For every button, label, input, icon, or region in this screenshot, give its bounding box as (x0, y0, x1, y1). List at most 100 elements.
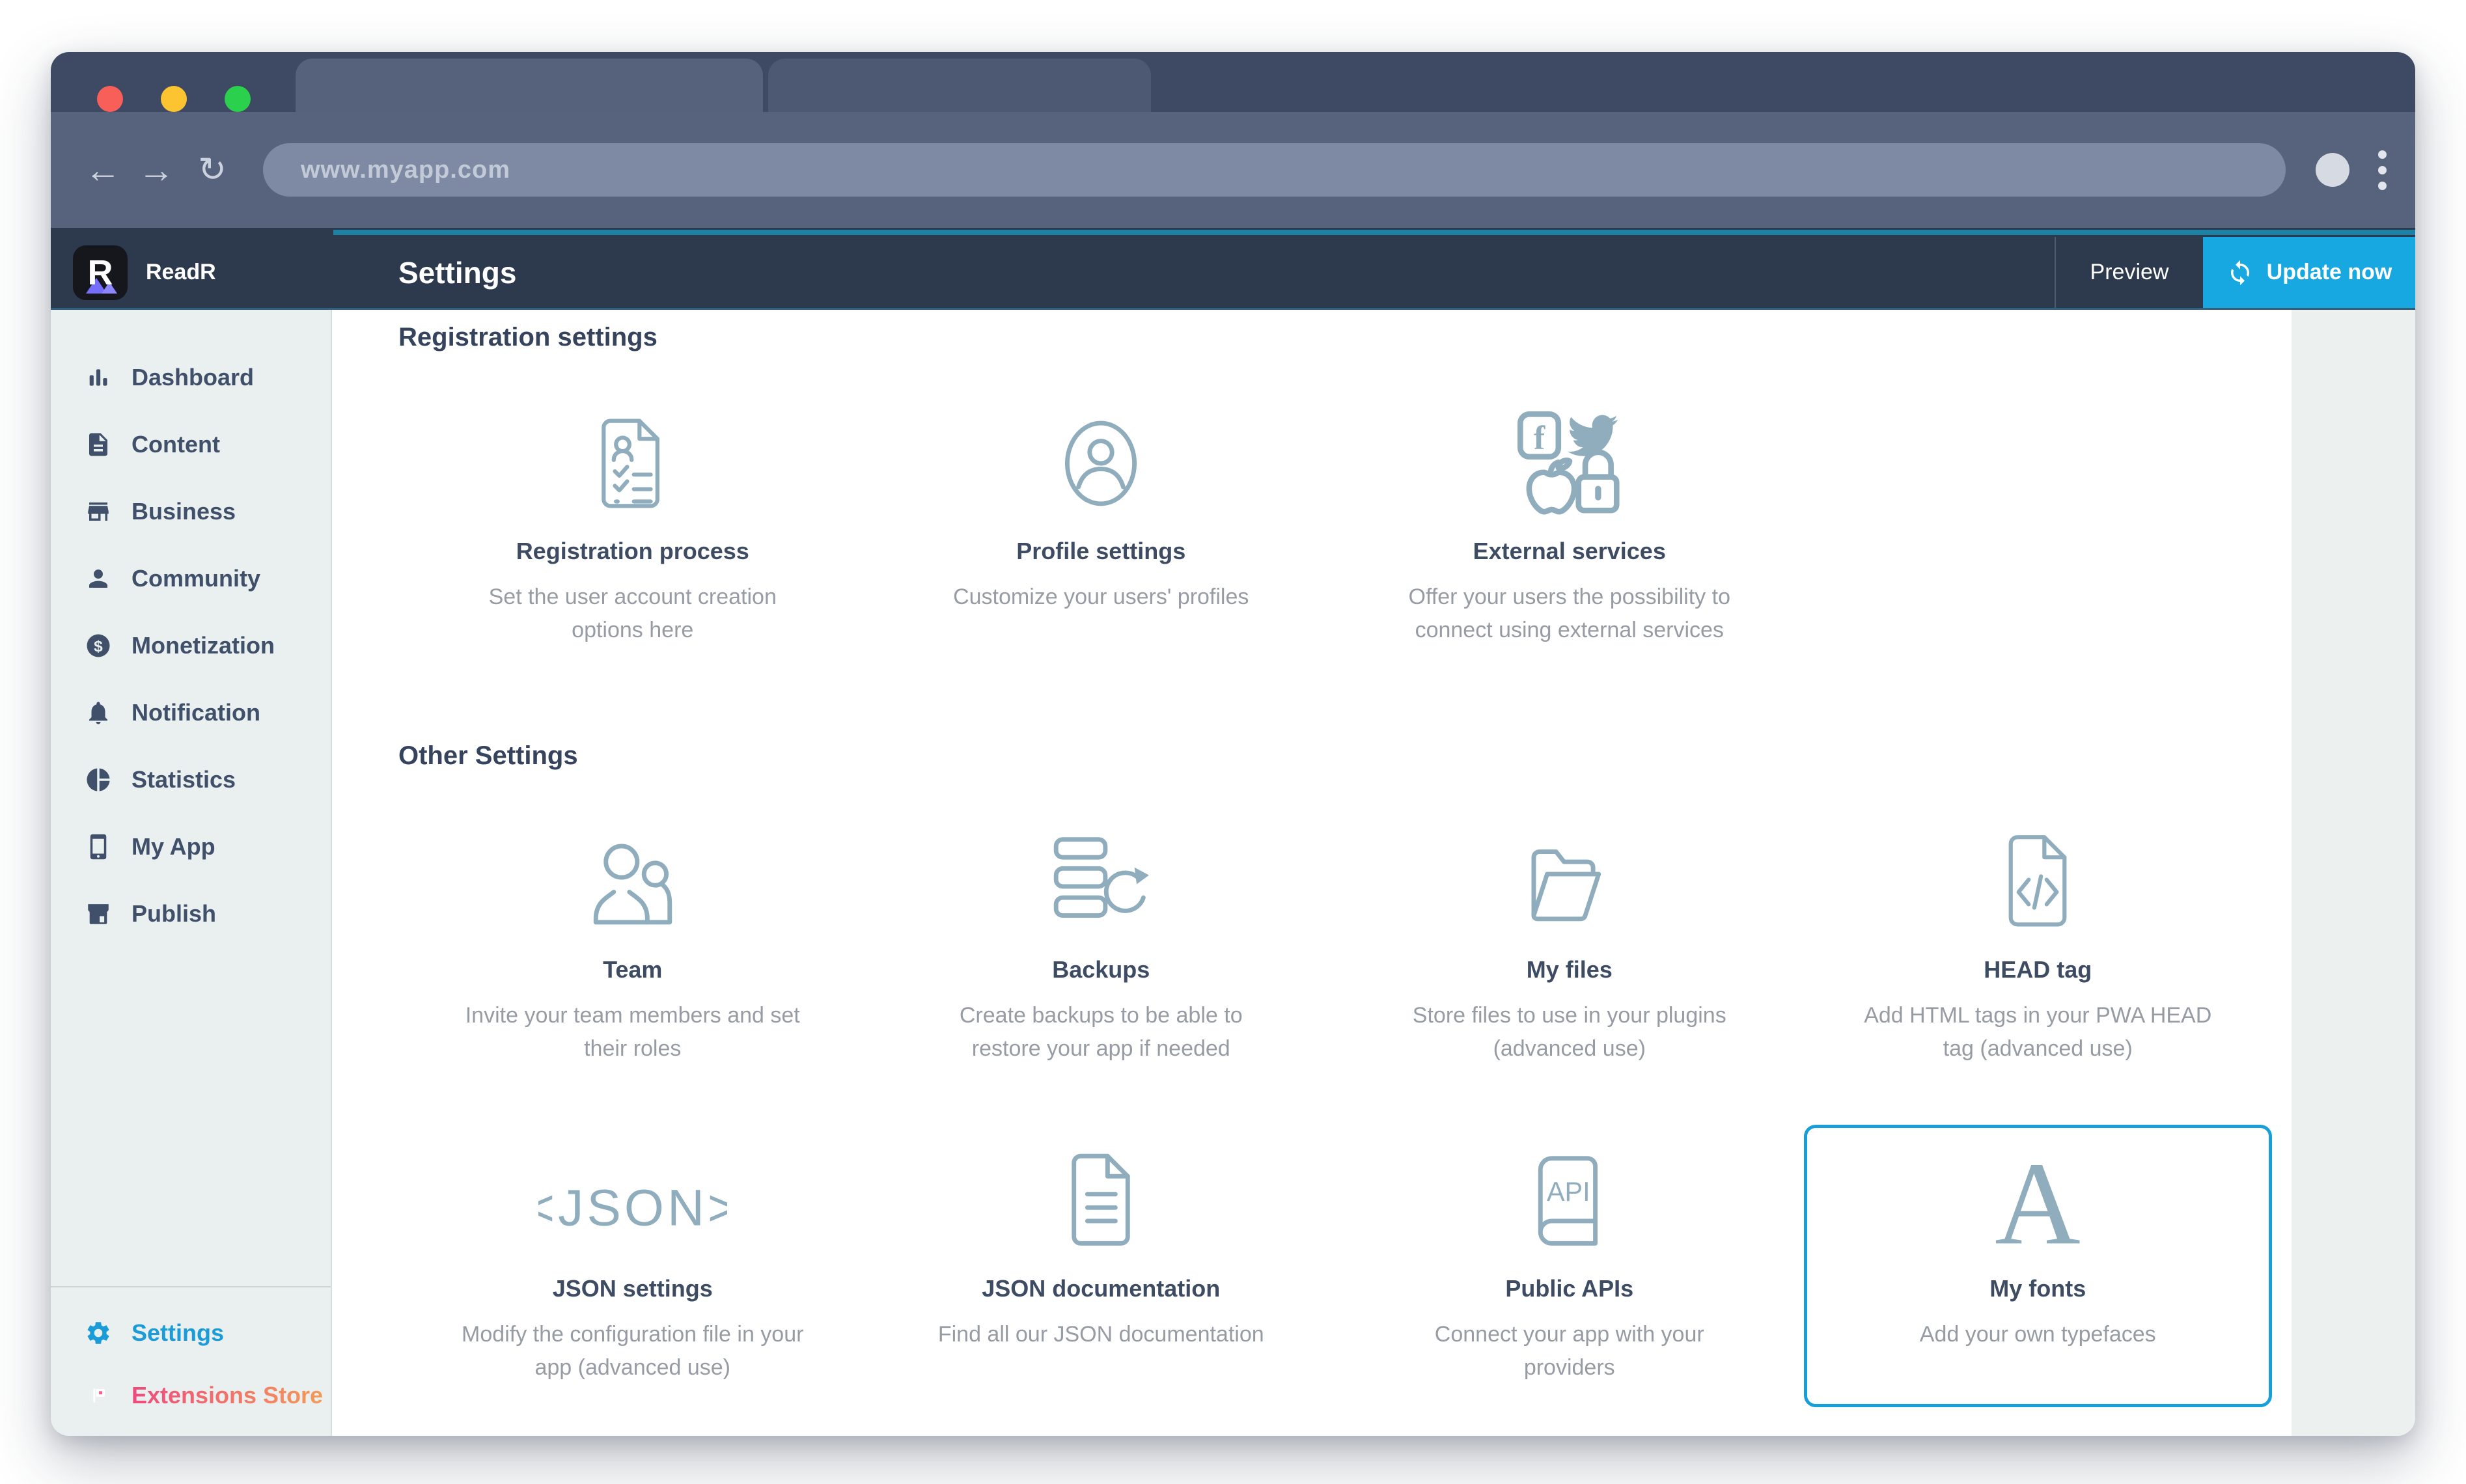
card-icon (1943, 826, 2132, 938)
settings-card[interactable]: Backups Create backups to be able to res… (867, 806, 1336, 1088)
settings-content: Registration settings Registration proce… (332, 310, 2292, 1436)
card-description: Customize your users' profiles (953, 581, 1249, 614)
card-title: Profile settings (1016, 538, 1185, 565)
settings-card[interactable]: Team Invite your team members and set th… (398, 806, 867, 1088)
settings-card[interactable]: Profile settings Customize your users' p… (867, 387, 1336, 670)
sidebar-item-label: Monetization (132, 632, 275, 659)
card-title: HEAD tag (1984, 956, 2092, 983)
sidebar-item-label: Notification (132, 699, 260, 726)
sidebar-item-label: Community (132, 565, 260, 592)
card-icon (538, 1145, 727, 1257)
other-settings-section: Other Settings Team Invite your team mem… (398, 741, 2272, 1407)
sidebar-item-label: Content (132, 431, 220, 458)
sidebar-item[interactable]: Business (51, 478, 331, 545)
sidebar-item-icon (85, 364, 112, 391)
card-icon (1006, 407, 1195, 519)
window-controls (97, 86, 251, 112)
page-background-strip (2292, 310, 2415, 1436)
page-top-accent-line (51, 228, 2415, 237)
sidebar-item-icon (85, 699, 112, 726)
settings-card[interactable]: Public APIs Connect your app with your p… (1335, 1125, 1804, 1407)
sidebar-item[interactable]: Notification (51, 679, 331, 746)
cards-grid: Team Invite your team members and set th… (398, 806, 2272, 1407)
sidebar-item[interactable]: My App (51, 813, 331, 880)
sidebar-item-icon (85, 833, 112, 860)
sidebar-item-icon (85, 766, 112, 793)
sidebar-item-icon (85, 431, 112, 458)
settings-card[interactable]: My fonts Add your own typefaces (1804, 1125, 2273, 1407)
card-title: JSON settings (553, 1275, 713, 1302)
url-text: www.myapp.com (301, 156, 510, 184)
card-icon (1006, 1145, 1195, 1257)
back-icon[interactable]: ← (82, 152, 124, 188)
sync-icon (2226, 259, 2254, 286)
browser-tab-active[interactable] (296, 59, 763, 112)
sidebar-item-icon (85, 900, 112, 928)
sidebar-item[interactable]: Monetization (51, 612, 331, 679)
card-description: Find all our JSON documentation (938, 1318, 1264, 1351)
card-title: Backups (1052, 956, 1150, 983)
browser-tab-bar (51, 52, 2415, 112)
readr-logo: R (73, 245, 128, 300)
forward-icon[interactable]: → (135, 152, 177, 188)
card-icon (538, 407, 727, 519)
settings-card[interactable]: External services Offer your users the p… (1335, 387, 1804, 670)
app-name: ReadR (146, 260, 216, 285)
settings-card[interactable]: Registration process Set the user accoun… (398, 387, 867, 670)
card-description: Set the user account creation options he… (455, 581, 810, 647)
app-logo-area[interactable]: R ReadR (51, 245, 333, 300)
card-description: Invite your team members and set their r… (455, 999, 810, 1065)
sidebar-item-icon (85, 1319, 112, 1347)
registration-settings-section: Registration settings Registration proce… (398, 323, 2272, 670)
card-description: Create backups to be able to restore you… (924, 999, 1279, 1065)
update-now-button[interactable]: Update now (2203, 237, 2415, 308)
minimize-button[interactable] (161, 86, 187, 112)
sidebar-item-label: My App (132, 833, 215, 860)
card-title: Team (603, 956, 662, 983)
reload-icon[interactable]: ↻ (191, 153, 233, 187)
settings-card[interactable]: My files Store files to use in your plug… (1335, 806, 1804, 1088)
sidebar-item-label: Business (132, 498, 236, 525)
page-title: Settings (398, 255, 516, 290)
sidebar-nav: Dashboard Content Business (51, 344, 331, 947)
close-button[interactable] (97, 86, 123, 112)
logo-letter: R (88, 253, 113, 293)
settings-card[interactable]: JSON documentation Find all our JSON doc… (867, 1125, 1336, 1407)
sidebar-item-label: Extensions Store (132, 1382, 323, 1409)
sidebar-item-label: Publish (132, 900, 216, 928)
card-icon (1475, 1145, 1664, 1257)
browser-menu-icon[interactable] (2378, 150, 2387, 190)
update-now-label: Update now (2267, 260, 2392, 285)
sidebar-item[interactable]: Statistics (51, 746, 331, 813)
card-icon (538, 826, 727, 938)
card-description: Modify the configuration file in your ap… (455, 1318, 810, 1384)
card-icon (1943, 1145, 2132, 1257)
browser-profile-avatar[interactable] (2316, 153, 2349, 187)
maximize-button[interactable] (225, 86, 251, 112)
card-icon (1475, 407, 1664, 519)
sidebar-item-icon (85, 1382, 112, 1409)
sidebar: Dashboard Content Business (51, 310, 332, 1436)
sidebar-item[interactable]: Extensions Store (51, 1364, 331, 1427)
card-description: Offer your users the possibility to conn… (1392, 581, 1747, 647)
settings-card[interactable]: HEAD tag Add HTML tags in your PWA HEAD … (1804, 806, 2273, 1088)
sidebar-item[interactable]: Settings (51, 1302, 331, 1364)
sidebar-item[interactable]: Content (51, 411, 331, 478)
browser-tab-inactive[interactable] (768, 59, 1151, 112)
section-heading: Other Settings (398, 741, 2272, 771)
card-title: My files (1527, 956, 1613, 983)
section-heading: Registration settings (398, 323, 2272, 352)
sidebar-footer: Settings Extensions Store (51, 1286, 331, 1436)
card-title: Public APIs (1505, 1275, 1633, 1302)
sidebar-item-label: Statistics (132, 766, 236, 793)
sidebar-item[interactable]: Publish (51, 880, 331, 947)
settings-card[interactable]: JSON settings Modify the configuration f… (398, 1125, 867, 1407)
card-description: Store files to use in your plugins (adva… (1392, 999, 1747, 1065)
address-bar[interactable]: www.myapp.com (263, 143, 2286, 197)
sidebar-item[interactable]: Community (51, 545, 331, 612)
sidebar-item-label: Settings (132, 1319, 224, 1347)
card-description: Add HTML tags in your PWA HEAD tag (adva… (1861, 999, 2215, 1065)
browser-window: ← → ↻ www.myapp.com R ReadR Set (51, 52, 2415, 1436)
preview-button[interactable]: Preview (2056, 237, 2203, 308)
sidebar-item[interactable]: Dashboard (51, 344, 331, 411)
